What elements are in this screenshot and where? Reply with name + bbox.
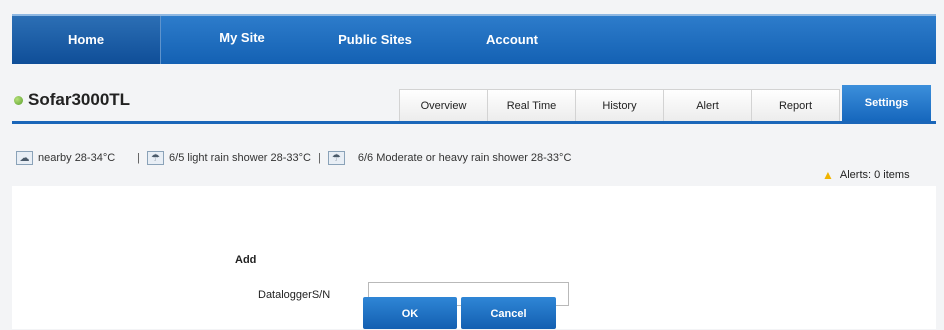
separator: |: [318, 152, 321, 164]
datalogger-sn-label: DataloggerS/N: [258, 289, 331, 301]
weather-today: nearby 28-34°C: [38, 152, 116, 164]
nav-home[interactable]: Home: [12, 16, 161, 64]
tab-report[interactable]: Report: [751, 89, 840, 121]
separator: |: [137, 152, 141, 164]
tab-overview[interactable]: Overview: [399, 89, 488, 121]
weather-strip: ☁ nearby 28-34°C | ☂ 6/5 light rain show…: [16, 150, 571, 166]
device-name: Sofar3000TL: [28, 90, 131, 109]
cancel-button[interactable]: Cancel: [461, 297, 556, 329]
alerts-count: Alerts: 0 items: [839, 169, 910, 181]
weather-day-2: 6/5 light rain shower 28-33°C: [169, 152, 312, 164]
tab-underline: [12, 121, 936, 124]
alerts-summary[interactable]: ▲ Alerts: 0 items: [822, 168, 910, 182]
add-section-label: Add: [235, 254, 257, 266]
nav-my-site[interactable]: My Site: [192, 16, 292, 64]
tab-bar: Overview Real Time History Alert Report …: [399, 85, 931, 121]
ok-button[interactable]: OK: [363, 297, 457, 329]
device-header: Sofar3000TL: [14, 88, 130, 112]
weather-day-3: 6/6 Moderate or heavy rain shower 28-33°…: [357, 152, 572, 164]
tab-real-time[interactable]: Real Time: [487, 89, 576, 121]
nav-public-sites[interactable]: Public Sites: [320, 16, 430, 64]
warning-icon: ▲: [822, 168, 834, 182]
rain-cloud-icon: ☂: [327, 151, 345, 165]
rain-cloud-icon: ☂: [147, 151, 165, 165]
tab-alert[interactable]: Alert: [663, 89, 752, 121]
nav-account[interactable]: Account: [472, 16, 552, 64]
top-nav: Home My Site Public Sites Account: [12, 14, 936, 64]
tab-history[interactable]: History: [575, 89, 664, 121]
cloud-icon: ☁: [16, 151, 33, 165]
status-online-icon: [14, 95, 23, 105]
tab-settings[interactable]: Settings: [842, 85, 931, 121]
